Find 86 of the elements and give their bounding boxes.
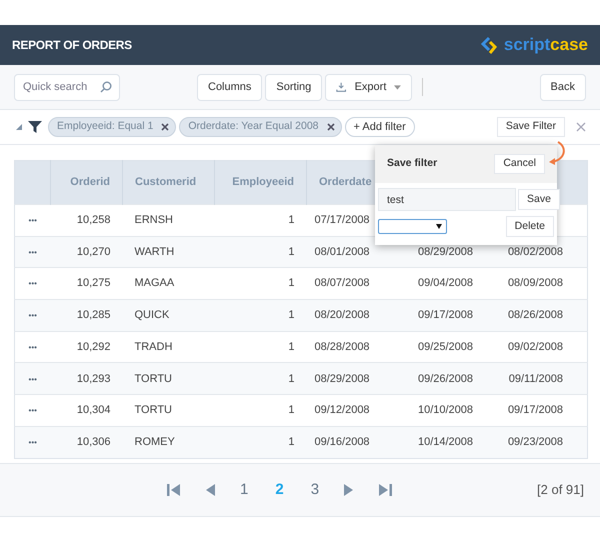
curved-arrow-icon xyxy=(548,141,568,166)
table-cell: 09/17/2008 xyxy=(508,404,563,416)
table-cell: 10,270 xyxy=(76,246,110,258)
table-cell: 09/25/2008 xyxy=(418,340,474,353)
table-cell: 10,293 xyxy=(76,372,110,385)
table-cell: TORTU xyxy=(134,372,172,385)
table-cell: 08/26/2008 xyxy=(508,309,563,322)
page-title: REPORT OF ORDERS xyxy=(12,37,132,54)
table-cell: ROMEY xyxy=(134,436,175,448)
filter-chip-label: Orderdate: Year Equal 2008 xyxy=(188,119,318,134)
add-filter-button[interactable]: + Add filter xyxy=(344,117,415,137)
remove-icon[interactable] xyxy=(161,123,170,131)
table-cell: 1 xyxy=(288,246,294,258)
table-cell: 08/20/2008 xyxy=(314,309,370,322)
back-button[interactable]: Back xyxy=(540,74,586,100)
last-page-icon[interactable] xyxy=(377,482,394,498)
table-cell: 10,304 xyxy=(76,404,110,416)
save-button[interactable]: Save xyxy=(518,189,560,210)
row-menu[interactable]: ••• xyxy=(28,216,37,226)
save-filter-button[interactable]: Save Filter xyxy=(496,117,565,137)
table-cell: 08/29/2008 xyxy=(314,372,370,385)
table-cell: 1 xyxy=(288,277,294,290)
table-cell: 1 xyxy=(288,309,294,322)
table-cell: 10,275 xyxy=(76,277,110,290)
search-icon xyxy=(100,80,112,92)
table-cell: TORTU xyxy=(134,404,172,416)
row-menu[interactable]: ••• xyxy=(28,311,37,320)
table-cell: 1 xyxy=(288,340,294,353)
table-cell: 09/12/2008 xyxy=(314,404,370,416)
table-cell: 09/11/2008 xyxy=(508,372,563,385)
filter-chip-label: Employeeid: Equal 1 xyxy=(57,119,154,134)
table-cell: WARTH xyxy=(134,246,174,258)
table-cell: 08/09/2008 xyxy=(508,277,563,290)
caret-icon xyxy=(436,224,442,229)
row-menu[interactable]: ••• xyxy=(28,438,37,447)
close-icon[interactable] xyxy=(576,122,586,132)
first-page-icon[interactable] xyxy=(166,482,182,498)
table-cell: 09/23/2008 xyxy=(508,436,563,448)
toolbar-button[interactable]: Sorting xyxy=(265,74,322,100)
table-cell: 1 xyxy=(288,214,294,226)
filter-name-field[interactable]: test xyxy=(378,188,516,211)
table-cell: 09/26/2008 xyxy=(418,372,474,385)
logo: scriptcase xyxy=(480,32,588,58)
table-cell: 08/29/2008 xyxy=(418,246,474,258)
table-cell: 09/16/2008 xyxy=(314,436,370,448)
table-cell: MAGAA xyxy=(134,277,174,290)
row-menu[interactable]: ••• xyxy=(28,374,37,384)
remove-icon[interactable] xyxy=(326,123,334,131)
delete-button[interactable]: Delete xyxy=(506,216,554,237)
table-cell: 1 xyxy=(288,404,294,416)
table-cell: 1 xyxy=(288,372,294,385)
table-cell: 07/17/2008 xyxy=(314,214,370,226)
caret-icon xyxy=(394,84,402,90)
table-cell: 10/10/2008 xyxy=(418,404,474,416)
row-menu[interactable]: ••• xyxy=(28,248,37,257)
table-cell: 1 xyxy=(288,436,294,448)
collapse-icon[interactable] xyxy=(16,124,22,130)
table-cell: 08/02/2008 xyxy=(508,246,563,258)
table-cell: QUICK xyxy=(134,309,170,322)
filter-icon xyxy=(28,120,42,134)
table-cell: ERNSH xyxy=(134,214,174,226)
row-menu[interactable]: ••• xyxy=(28,342,37,352)
logo-icon xyxy=(480,36,500,54)
download-icon xyxy=(336,81,347,93)
table-cell: 09/02/2008 xyxy=(508,340,563,353)
page-link[interactable]: 1 xyxy=(236,478,252,502)
row-menu[interactable]: ••• xyxy=(28,406,37,416)
table-cell: TRADH xyxy=(134,340,172,353)
page-link[interactable]: 3 xyxy=(306,478,324,502)
cancel-button[interactable]: Cancel xyxy=(494,154,545,174)
table-cell: 09/04/2008 xyxy=(418,277,474,290)
export-button[interactable]: Export xyxy=(325,74,412,100)
search-field[interactable]: Quick search xyxy=(14,74,120,100)
row-menu[interactable]: ••• xyxy=(28,279,37,288)
table-cell: 10,285 xyxy=(76,309,110,322)
table-cell: 09/17/2008 xyxy=(418,309,474,322)
table-cell: 10,258 xyxy=(76,214,110,226)
table-cell: 08/01/2008 xyxy=(314,246,370,258)
table-cell: 10,306 xyxy=(76,436,110,448)
saved-filter-dropdown[interactable] xyxy=(378,219,447,234)
table-cell: 08/28/2008 xyxy=(314,340,370,353)
table-cell: 08/07/2008 xyxy=(314,277,370,290)
table-cell: 10,292 xyxy=(76,340,110,353)
toolbar-button[interactable]: Columns xyxy=(197,74,262,100)
page-summary: [2 of 91] xyxy=(537,481,584,500)
table-cell: 10/14/2008 xyxy=(418,436,474,448)
